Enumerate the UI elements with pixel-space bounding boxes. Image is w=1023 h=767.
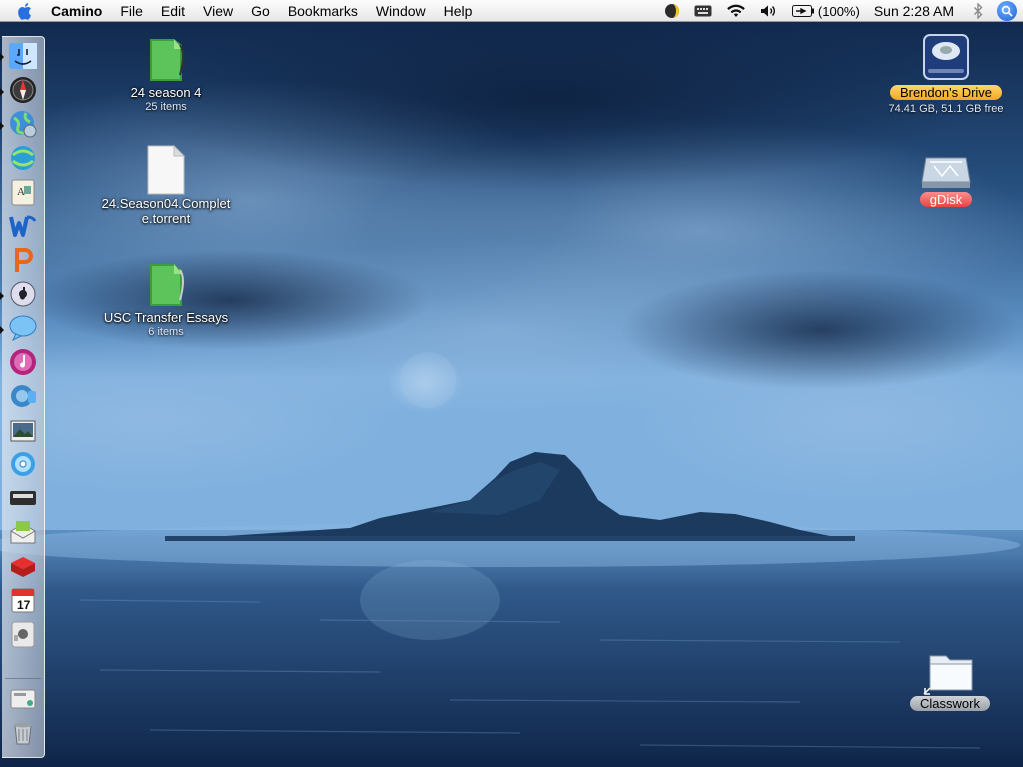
dock-dictionary[interactable]: A — [6, 177, 40, 207]
desktop-folder-24-season-4[interactable]: 24 season 4 25 items — [86, 33, 246, 114]
desktop-folder-classwork-alias[interactable]: Classwork — [880, 648, 1020, 711]
desktop-folder-usc-transfer-essays[interactable]: USC Transfer Essays 6 items — [86, 258, 246, 339]
keyboard-icon[interactable] — [694, 5, 712, 17]
powerpoint-icon — [15, 248, 33, 272]
trash-icon — [14, 722, 32, 745]
menu-help[interactable]: Help — [435, 0, 482, 22]
battery-icon — [791, 5, 814, 17]
running-indicator — [0, 88, 4, 96]
network-disk-icon — [921, 157, 971, 188]
mail-stamp-icon — [10, 521, 36, 544]
menu-bar: Camino File Edit View Go Bookmarks Windo… — [0, 0, 1023, 22]
dock-trash[interactable] — [6, 717, 40, 747]
menu-bookmarks[interactable]: Bookmarks — [279, 0, 367, 22]
apple-menu-icon[interactable] — [16, 1, 36, 21]
dock-ical[interactable]: 17 — [6, 585, 40, 615]
desktop-icon-label: gDisk — [919, 192, 973, 207]
iphoto-icon — [10, 420, 36, 442]
menubar-clock[interactable]: Sun 2:28 AM — [874, 3, 954, 19]
green-folder-icon — [150, 264, 184, 306]
wallpaper-island-scene — [0, 0, 1023, 767]
bluetooth-icon[interactable] — [973, 3, 983, 19]
finder-icon — [9, 43, 37, 69]
wifi-icon[interactable] — [726, 4, 746, 18]
desktop-icon-label: Brendon's Drive — [889, 85, 1003, 100]
camino-browser-icon — [11, 146, 35, 170]
system-preferences-icon — [11, 621, 35, 648]
dock-finder[interactable] — [6, 41, 40, 71]
word-icon — [9, 215, 37, 237]
dock-separator — [5, 678, 41, 679]
dock-iphoto[interactable] — [6, 415, 40, 445]
ichat-icon — [9, 315, 37, 342]
dock-word[interactable] — [6, 211, 40, 241]
running-indicator — [0, 122, 4, 130]
dock-network-globe[interactable] — [6, 109, 40, 139]
dock-ichat[interactable] — [6, 313, 40, 343]
desktop-drive-gdisk[interactable]: gDisk — [876, 152, 1016, 207]
green-folder-icon — [150, 39, 184, 81]
dock-safari-compass[interactable] — [6, 75, 40, 105]
desktop-file-torrent[interactable]: 24.Season04.Complet e.torrent — [86, 144, 246, 226]
running-indicator — [0, 53, 4, 61]
desktop-drive-brendons-drive[interactable]: Brendon's Drive 74.41 GB, 51.1 GB free — [876, 31, 1016, 116]
app-menu-camino[interactable]: Camino — [42, 0, 111, 22]
dictionary-icon: A — [11, 179, 35, 206]
svg-text:17: 17 — [17, 598, 31, 612]
itunes-music-icon — [10, 349, 36, 375]
dock-dvd-player[interactable] — [6, 449, 40, 479]
volume-icon[interactable] — [760, 4, 778, 18]
dock-garageband[interactable] — [6, 381, 40, 411]
desktop-icon-sublabel: 6 items — [148, 326, 184, 338]
safari-compass-icon — [10, 77, 36, 103]
network-globe-icon — [10, 111, 37, 138]
dock-mail[interactable] — [6, 517, 40, 547]
red-app-icon — [11, 557, 35, 577]
ical-icon: 17 — [11, 588, 35, 613]
document-icon — [147, 144, 186, 195]
menu-extras: (100%) Sun 2:28 AM — [657, 0, 1023, 22]
downloads-stack-icon — [10, 689, 36, 709]
running-indicator — [0, 326, 4, 334]
dock-downloads-stack[interactable] — [6, 683, 40, 713]
menu-view[interactable]: View — [194, 0, 242, 22]
desktop-icon-sublabel: 74.41 GB, 51.1 GB free — [888, 103, 1004, 115]
desktop-wallpaper[interactable] — [0, 0, 1023, 767]
dvd-player-icon — [11, 452, 35, 476]
battery-percent: (100%) — [817, 3, 860, 19]
desktop-icon-label: 24 season 4 — [130, 85, 202, 100]
menu-file[interactable]: File — [111, 0, 152, 22]
garageband-icon — [11, 385, 36, 407]
dock-camino[interactable] — [6, 143, 40, 173]
menu-edit[interactable]: Edit — [152, 0, 194, 22]
svg-text:A: A — [17, 186, 25, 198]
folder-alias-icon — [923, 655, 973, 695]
itunes-icon — [10, 281, 36, 307]
dock-powerpoint[interactable] — [6, 245, 40, 275]
desktop-icon-sublabel: 25 items — [145, 101, 187, 113]
menu-go[interactable]: Go — [242, 0, 279, 22]
card-reader-icon — [10, 491, 36, 505]
dock-itunes-music[interactable] — [6, 347, 40, 377]
dock-red-app[interactable] — [6, 551, 40, 581]
moon-status-icon[interactable] — [664, 3, 680, 19]
battery-status[interactable]: (100%) — [791, 3, 860, 19]
spotlight-search-icon[interactable] — [997, 1, 1017, 21]
desktop-icon-label: USC Transfer Essays — [103, 310, 229, 325]
desktop-icon-label-line2: e.torrent — [141, 211, 191, 226]
desktop-icon-label-line1: 24.Season04.Complet — [101, 196, 231, 211]
dock-card-reader[interactable] — [6, 483, 40, 513]
desktop-icon-label: Classwork — [910, 696, 990, 711]
dock-itunes[interactable] — [6, 279, 40, 309]
dock-system-preferences[interactable] — [6, 619, 40, 649]
running-indicator — [0, 292, 4, 300]
hard-drive-icon — [923, 34, 969, 80]
menu-window[interactable]: Window — [367, 0, 435, 22]
dock: A 17 — [0, 36, 45, 758]
